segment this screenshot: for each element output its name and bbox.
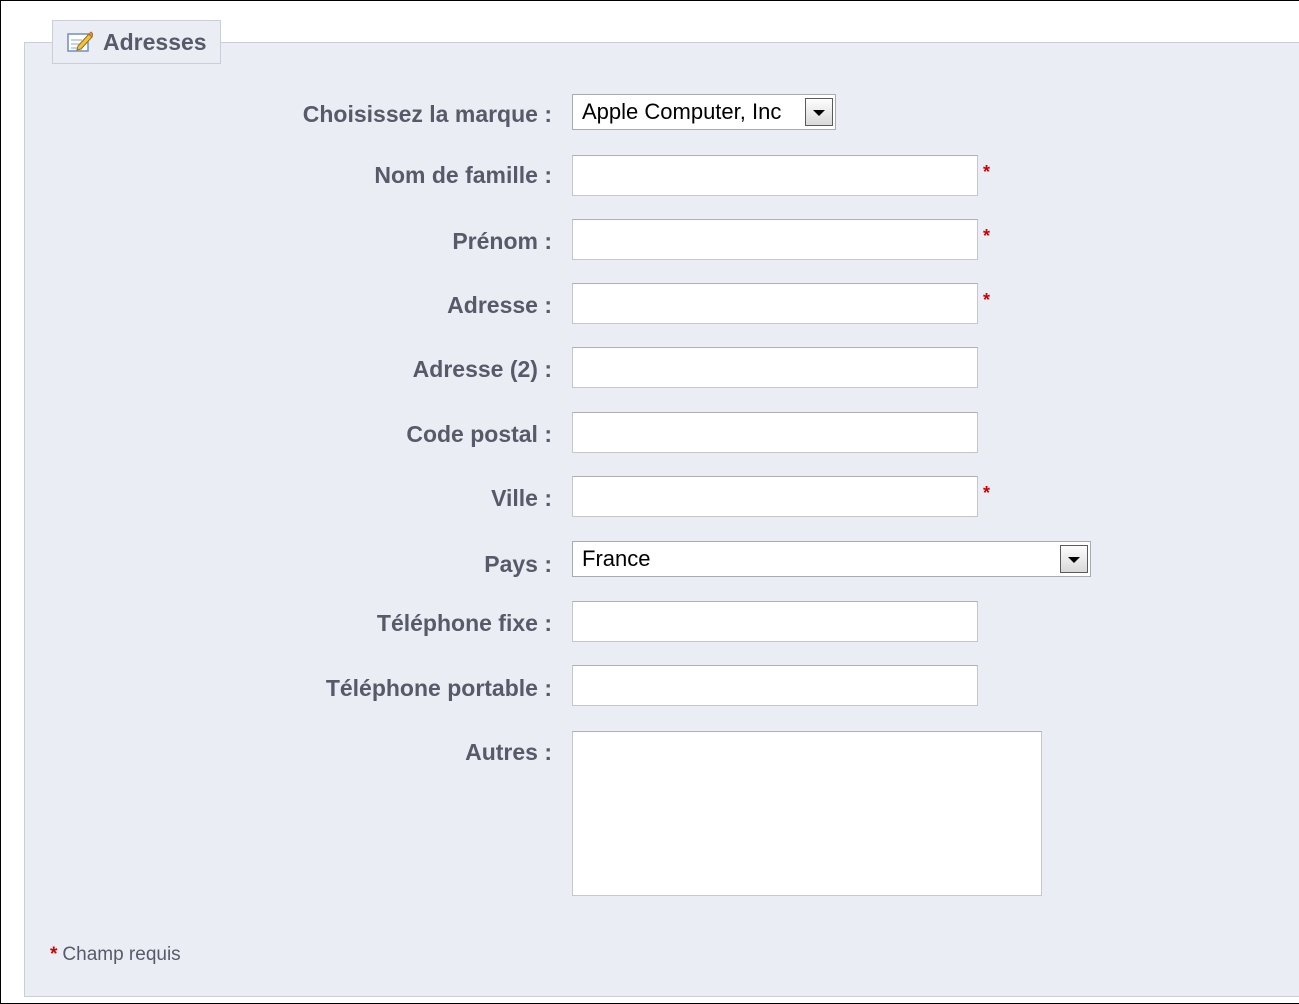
chevron-down-icon[interactable] (1060, 545, 1088, 573)
country-select[interactable]: France (572, 541, 1091, 577)
other-label: Autres : (465, 739, 552, 765)
lastname-input[interactable] (572, 155, 978, 196)
chevron-down-icon[interactable] (805, 98, 833, 126)
brand-select[interactable]: Apple Computer, Inc (572, 94, 836, 130)
edit-note-icon (67, 31, 93, 52)
firstname-label: Prénom : (452, 228, 552, 254)
other-textarea[interactable] (572, 731, 1042, 896)
required-footnote: * Champ requis (50, 944, 181, 966)
lastname-label: Nom de famille : (374, 162, 552, 188)
firstname-input[interactable] (572, 219, 978, 260)
required-marker: * (983, 483, 991, 503)
section-title: Adresses (103, 28, 207, 55)
fieldset-legend: Adresses (52, 20, 221, 64)
mobile-input[interactable] (572, 665, 978, 706)
country-label: Pays : (484, 551, 552, 577)
required-marker: * (983, 162, 991, 182)
phone-input[interactable] (572, 601, 978, 642)
mobile-label: Téléphone portable : (325, 675, 552, 701)
brand-label: Choisissez la marque : (302, 101, 552, 127)
city-input[interactable] (572, 476, 978, 517)
address2-label: Adresse (2) : (412, 356, 552, 382)
address1-label: Adresse : (447, 292, 552, 318)
required-marker: * (983, 226, 991, 246)
footnote-text: Champ requis (62, 944, 181, 965)
phone-label: Téléphone fixe : (376, 610, 552, 636)
required-marker: * (50, 944, 58, 965)
address1-input[interactable] (572, 283, 978, 324)
required-marker: * (983, 290, 991, 310)
brand-select-value: Apple Computer, Inc (582, 99, 782, 124)
city-label: Ville : (491, 485, 552, 511)
postcode-input[interactable] (572, 412, 978, 453)
country-select-value: France (582, 546, 651, 571)
address2-input[interactable] (572, 347, 978, 388)
postcode-label: Code postal : (406, 421, 552, 447)
